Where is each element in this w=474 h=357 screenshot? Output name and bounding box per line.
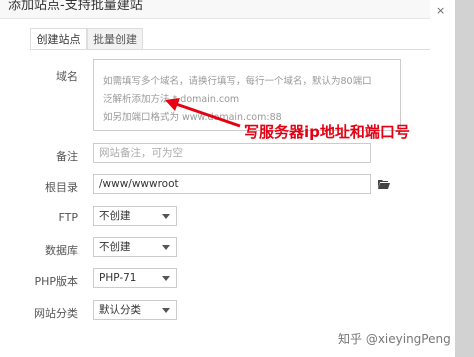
add-site-dialog: 添加站点-支持批量建站 × 创建站点 批量创建 域名 如需填写多个域名，请换行填… (0, 0, 474, 357)
annotation-text: 写服务器ip地址和端口号 (244, 123, 410, 141)
annotation-arrow (165, 98, 241, 128)
watermark: 知乎 @xieyingPeng (338, 332, 451, 346)
